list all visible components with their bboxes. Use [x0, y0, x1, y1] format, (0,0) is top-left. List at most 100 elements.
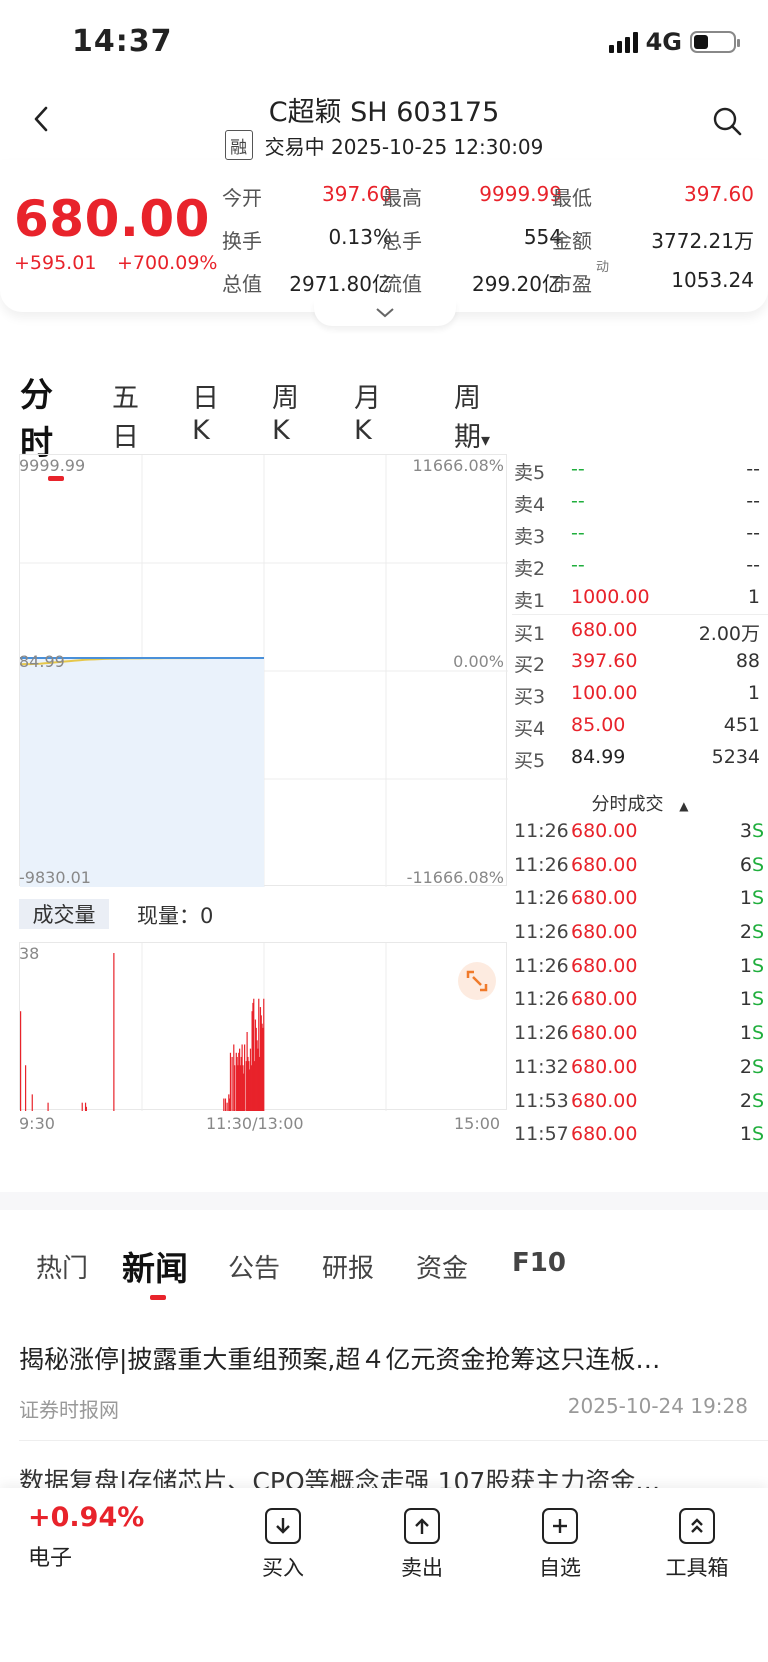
- buy-icon: [265, 1508, 301, 1544]
- trade-side: S: [751, 853, 764, 876]
- ask-row[interactable]: 卖2 -- --: [512, 550, 768, 582]
- level-price: 397.60: [571, 650, 638, 672]
- ask-row[interactable]: 卖1 1000.00 1: [512, 582, 768, 614]
- sector-name[interactable]: 电子: [28, 1540, 72, 1572]
- chart-tab[interactable]: 周 期▾: [454, 376, 508, 454]
- trade-price: 680.00: [571, 1055, 638, 1078]
- tab-underline: [150, 1295, 166, 1300]
- bid-row[interactable]: 买2 397.60 88: [512, 646, 768, 678]
- toolbox-button[interactable]: 工具箱: [652, 1508, 742, 1582]
- volume-bar: [20, 1011, 22, 1111]
- bid-row[interactable]: 买3 100.00 1: [512, 678, 768, 710]
- trade-side: S: [751, 921, 764, 944]
- trade-qty: 3S: [740, 820, 764, 842]
- watchlist-label: 自选: [539, 1556, 581, 1580]
- stat-label: 总手: [382, 229, 422, 253]
- price-chart-svg: [19, 455, 508, 887]
- trade-side: S: [751, 1022, 764, 1045]
- search-button[interactable]: [712, 106, 744, 138]
- trade-qty: 6S: [740, 854, 764, 876]
- status-icons: 4G: [608, 28, 740, 56]
- stat-label: 最高: [382, 186, 422, 210]
- expand-button[interactable]: [314, 300, 456, 326]
- trade-qty: 2S: [740, 921, 764, 943]
- stat-value: 3772.21万: [651, 229, 754, 253]
- chart-tab[interactable]: 五日: [112, 376, 139, 454]
- news-item-source: 证券时报网: [19, 1398, 119, 1422]
- trade-row: 11:57 680.00 1S: [512, 1119, 768, 1153]
- news-tab[interactable]: 热门: [36, 1248, 88, 1285]
- trades-header[interactable]: 分时成交 ▲: [512, 790, 768, 816]
- trade-time: 11:26: [514, 1022, 569, 1045]
- trade-row: 11:26 680.00 1S: [512, 984, 768, 1018]
- trade-qty: 1S: [740, 955, 764, 977]
- volume-bar: [31, 1094, 33, 1111]
- news-tab[interactable]: 资金: [416, 1248, 468, 1285]
- ask-row[interactable]: 卖3 -- --: [512, 518, 768, 550]
- trades-title: 分时成交: [591, 794, 664, 815]
- price-change: +595.01: [14, 252, 97, 274]
- volume-tab[interactable]: 成交量: [19, 899, 109, 929]
- intraday-chart[interactable]: [19, 454, 508, 887]
- chart-tab[interactable]: 日 K: [192, 376, 219, 446]
- volume-bar: [234, 1065, 236, 1111]
- x-tick-open: 9:30: [19, 1114, 55, 1133]
- volume-chart[interactable]: [19, 942, 507, 1111]
- quote-stats-row: 换手 0.13% 总手 554 金额 3772.21万: [222, 219, 754, 262]
- news-tab[interactable]: F10: [512, 1248, 566, 1278]
- chart-tab-label: 周 K: [272, 383, 299, 446]
- news-tab[interactable]: 新闻: [122, 1242, 188, 1300]
- level-price: 100.00: [571, 682, 638, 704]
- trade-price: 680.00: [571, 820, 638, 842]
- trade-row: 11:26 680.00 2S: [512, 917, 768, 951]
- news-item-title[interactable]: 揭秘涨停|披露重大重组预案,超４亿元资金抢筹这只连板…: [19, 1340, 749, 1376]
- news-tab-label: 新闻: [122, 1249, 188, 1288]
- chart-tab[interactable]: 月 K: [354, 376, 381, 446]
- pct-max-label: 11666.08%: [412, 456, 504, 475]
- level-label: 买1: [514, 623, 546, 645]
- volume-bar: [244, 1044, 246, 1111]
- stat-label: 总值: [222, 272, 262, 296]
- bid-row[interactable]: 买1 680.00 2.00万: [512, 614, 768, 646]
- bid-row[interactable]: 买5 84.99 5234: [512, 742, 768, 774]
- trade-time: 11:26: [514, 853, 569, 876]
- trade-price: 680.00: [571, 887, 638, 910]
- watchlist-button[interactable]: 自选: [515, 1508, 605, 1582]
- ask-row[interactable]: 卖5 -- --: [512, 454, 768, 486]
- stat-value: 2971.80亿: [289, 272, 392, 296]
- trade-price: 680.00: [571, 988, 638, 1011]
- ask-row[interactable]: 卖4 -- --: [512, 486, 768, 518]
- pct-mid-label: 0.00%: [453, 652, 504, 671]
- trade-qty-value: 1: [739, 887, 752, 910]
- volume-bar: [226, 1102, 228, 1111]
- sector-change[interactable]: +0.94%: [28, 1502, 144, 1533]
- bid-row[interactable]: 买4 85.00 451: [512, 710, 768, 742]
- stat-label-sup: 动: [596, 260, 610, 275]
- trade-time: 11:32: [514, 1055, 569, 1078]
- trade-price: 680.00: [571, 954, 638, 977]
- level-label: 卖4: [514, 494, 546, 516]
- chart-tab-label: 分时: [20, 375, 53, 462]
- fullscreen-button[interactable]: [458, 962, 496, 1000]
- current-volume: 现量：0: [137, 900, 213, 930]
- level-label: 买4: [514, 718, 546, 740]
- news-tab[interactable]: 研报: [322, 1248, 374, 1285]
- level-label: 卖5: [514, 462, 546, 484]
- chart-tab-label: 日 K: [192, 383, 219, 446]
- stat-value: 1053.24: [671, 268, 754, 292]
- news-tab-label: 公告: [228, 1254, 281, 1284]
- trade-qty-value: 1: [739, 954, 752, 977]
- sell-button[interactable]: 卖出: [377, 1508, 467, 1582]
- news-tab-label: 热门: [36, 1254, 89, 1284]
- stat-label: 换手: [222, 229, 262, 253]
- buy-button[interactable]: 买入: [238, 1508, 328, 1582]
- news-item-time: 2025-10-24 19:28: [567, 1394, 748, 1418]
- chart-tab[interactable]: 周 K: [272, 376, 299, 446]
- news-tab[interactable]: 公告: [228, 1248, 280, 1285]
- stat-label: 市盈: [552, 272, 592, 296]
- level-qty: --: [746, 490, 760, 512]
- quote-stats: 今开 397.60 最高 9999.99 最低 397.60 换手 0.13% 总手 554 金额 3…: [222, 176, 754, 305]
- x-tick-mid: 11:30/13:00: [206, 1114, 304, 1133]
- volume-bar: [224, 1098, 227, 1111]
- trade-time: 11:26: [514, 887, 569, 910]
